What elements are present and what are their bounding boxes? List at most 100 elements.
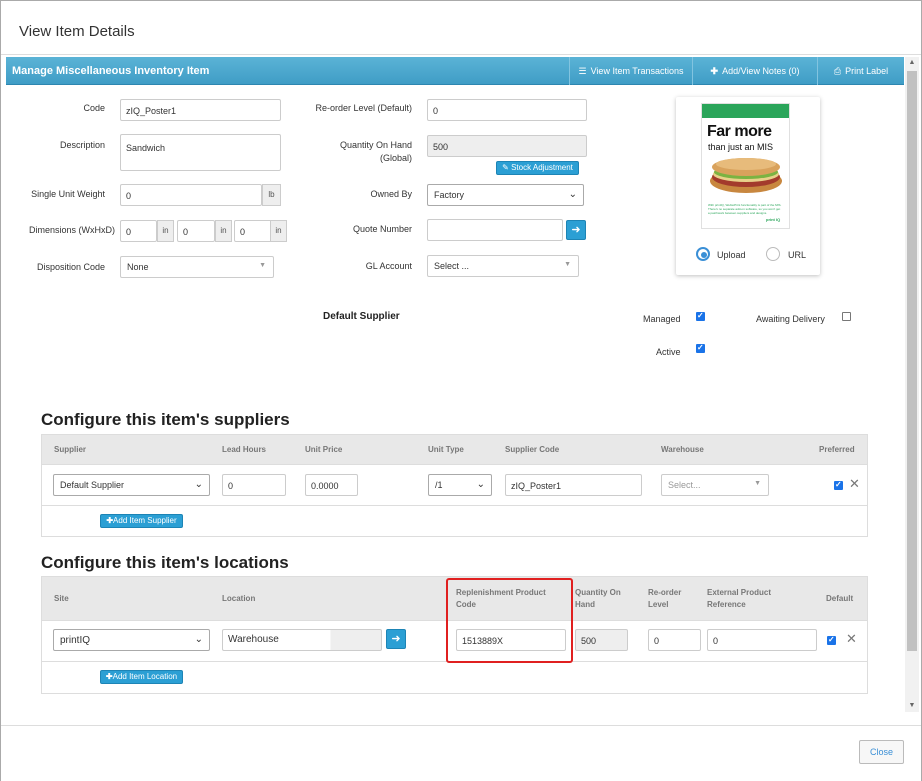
weight-input[interactable]: 0 [120, 184, 262, 206]
external-reference-input[interactable]: 0 [707, 629, 817, 651]
awaiting-delivery-label: Awaiting Delivery [756, 314, 825, 324]
reorder-label: Re-order Level (Default) [315, 103, 412, 113]
print-icon: ⎙ [833, 66, 842, 76]
dimension-height-unit: in [215, 220, 232, 242]
chevron-down-icon: ▼ [754, 480, 761, 487]
dimension-depth-unit: in [270, 220, 287, 242]
location-input[interactable]: Warehouse [222, 629, 382, 651]
dimension-height-input[interactable]: 0 [177, 220, 215, 242]
col-location: Location [222, 594, 256, 603]
scroll-up-icon[interactable]: ▲ [905, 57, 919, 69]
col-unit-price: Unit Price [305, 445, 343, 454]
plus-icon: ✚ [105, 672, 113, 681]
chevron-down-icon: ▼ [259, 262, 266, 269]
add-item-location-button[interactable]: ✚Add Item Location [100, 670, 183, 684]
chevron-down-icon: ⌄ [568, 189, 577, 200]
location-go-button[interactable]: ➜ [386, 629, 406, 649]
site-select[interactable]: printIQ ⌄ [53, 629, 210, 651]
url-label: URL [788, 250, 807, 260]
edit-icon: ✎ [502, 163, 509, 172]
location-qoh-input: 500 [575, 629, 628, 651]
item-details-modal: View Item Details Manage Miscellaneous I… [0, 0, 922, 781]
dimension-width-input[interactable]: 0 [120, 220, 157, 242]
awaiting-delivery-checkbox[interactable] [842, 312, 851, 321]
poster-headline: Far more [707, 123, 772, 140]
suppliers-section-title: Configure this item's suppliers [41, 410, 290, 429]
supplier-code-input[interactable]: zIQ_Poster1 [505, 474, 642, 496]
quote-number-input[interactable] [427, 219, 563, 241]
active-label: Active [656, 347, 681, 357]
dimensions-label: Dimensions (WxHxD) [28, 225, 115, 235]
qoh-input: 500 [427, 135, 587, 157]
disposition-select[interactable]: None ▼ [120, 256, 274, 278]
modal-footer: Close [1, 725, 921, 781]
col-unit-type: Unit Type [428, 445, 464, 454]
suppliers-table-header: Supplier Lead Hours Unit Price Unit Type… [42, 435, 867, 465]
code-input[interactable]: zIQ_Poster1 [120, 99, 281, 121]
chevron-down-icon: ⌄ [194, 479, 203, 490]
quote-go-button[interactable]: ➜ [566, 220, 586, 240]
location-reorder-input[interactable]: 0 [648, 629, 701, 651]
upload-label: Upload [717, 250, 746, 260]
row-divider [42, 505, 867, 506]
modal-title: View Item Details [19, 23, 135, 40]
panel-title: Manage Miscellaneous Inventory Item [12, 65, 210, 77]
col-supplier: Supplier [54, 445, 87, 454]
modal-body: Manage Miscellaneous Inventory Item ☰ Vie… [6, 57, 904, 712]
code-label: Code [83, 103, 105, 113]
owned-by-select[interactable]: Factory ⌄ [427, 184, 584, 206]
col-external-reference: External Product Reference [707, 588, 772, 609]
supplier-select[interactable]: Default Supplier ⌄ [53, 474, 210, 496]
dimension-depth-input[interactable]: 0 [234, 220, 272, 242]
view-item-transactions-button[interactable]: ☰ View Item Transactions [569, 57, 692, 85]
managed-label: Managed [643, 314, 681, 324]
weight-label: Single Unit Weight [31, 189, 105, 199]
add-view-notes-button[interactable]: ✚ Add/View Notes (0) [692, 57, 817, 85]
default-location-checkbox[interactable] [827, 635, 836, 645]
qoh-label: Quantity On Hand (Global) [339, 140, 412, 163]
preferred-checkbox[interactable] [834, 480, 843, 490]
gl-account-select[interactable]: Select ... ▼ [427, 255, 579, 277]
chevron-down-icon: ⌄ [194, 634, 203, 645]
scroll-thumb[interactable] [907, 71, 917, 651]
unit-type-select[interactable]: /1 ⌄ [428, 474, 492, 496]
upload-radio[interactable] [696, 247, 710, 261]
default-supplier-label: Default Supplier [323, 311, 400, 322]
arrow-right-icon: ➜ [571, 224, 581, 236]
print-label-button[interactable]: ⎙ Print Label [817, 57, 904, 85]
col-preferred: Preferred [819, 445, 855, 454]
poster-green-bar [702, 104, 789, 118]
scrollbar[interactable]: ▲ ▼ [905, 57, 919, 712]
quote-number-label: Quote Number [352, 224, 412, 234]
remove-location-icon[interactable]: ✕ [846, 631, 857, 647]
remove-supplier-icon[interactable]: ✕ [849, 476, 860, 492]
plus-icon: ✚ [710, 66, 719, 76]
col-lead-hours: Lead Hours [222, 445, 267, 454]
unit-price-input[interactable]: 0.0000 [305, 474, 358, 496]
gl-account-label: GL Account [365, 261, 412, 271]
warehouse-select[interactable]: Select... ▼ [661, 474, 769, 496]
item-image: Far more than just an MIS With printIQ, … [701, 103, 790, 229]
owned-by-label: Owned By [370, 189, 412, 199]
stock-adjustment-button[interactable]: ✎ Stock Adjustment [496, 161, 579, 175]
weight-unit: lb [262, 184, 281, 206]
scroll-down-icon[interactable]: ▼ [905, 700, 919, 712]
sandwich-illustration [710, 158, 782, 193]
chevron-down-icon: ⌄ [476, 479, 485, 490]
close-button[interactable]: Close [859, 740, 904, 764]
description-textarea[interactable]: Sandwich [120, 134, 281, 171]
reorder-input[interactable]: 0 [427, 99, 587, 121]
managed-checkbox[interactable] [696, 311, 705, 321]
active-checkbox[interactable] [696, 343, 705, 353]
col-site: Site [54, 594, 69, 603]
locations-section-title: Configure this item's locations [41, 553, 289, 572]
list-icon: ☰ [578, 66, 587, 76]
url-radio[interactable] [766, 247, 780, 261]
add-item-supplier-button[interactable]: ✚Add Item Supplier [100, 514, 183, 528]
arrow-right-icon: ➜ [391, 633, 401, 645]
poster-subline: than just an MIS [708, 142, 774, 152]
poster-logo: print IQ [766, 217, 781, 222]
col-warehouse: Warehouse [661, 445, 704, 454]
lead-hours-input[interactable]: 0 [222, 474, 286, 496]
dimension-width-unit: in [157, 220, 174, 242]
